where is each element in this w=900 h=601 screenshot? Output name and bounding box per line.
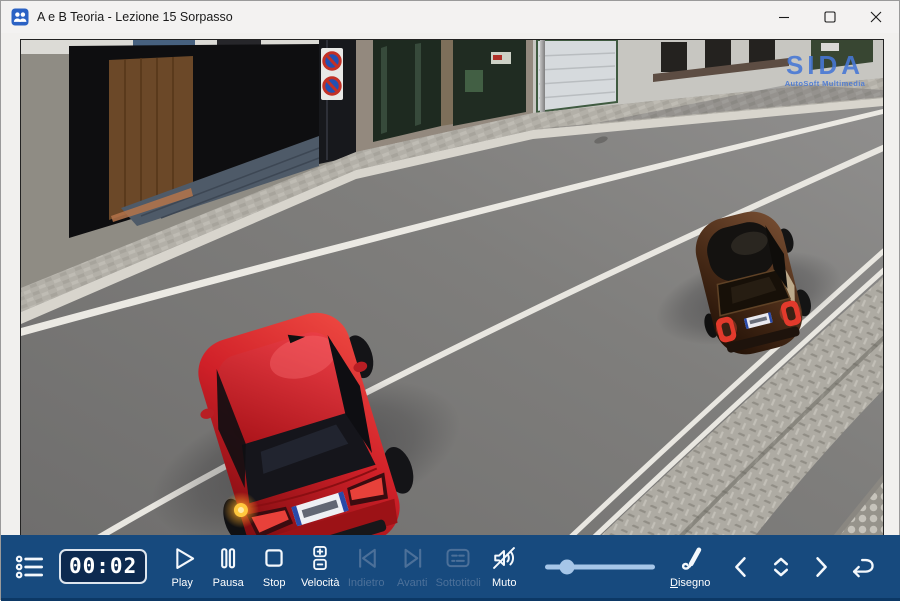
nav-expand-button[interactable]	[761, 535, 801, 598]
chevron-left-icon	[726, 552, 756, 582]
pen-icon	[676, 544, 704, 572]
skip-back-icon	[352, 544, 380, 572]
list-icon	[13, 551, 45, 583]
play-button[interactable]: Play	[159, 535, 205, 598]
subtitles-button[interactable]: Sottotitoli	[435, 535, 481, 598]
speed-icon	[306, 544, 334, 572]
back-button[interactable]: Indietro	[343, 535, 389, 598]
skip-forward-icon	[398, 544, 426, 572]
close-icon	[870, 11, 882, 23]
mute-label: Muto	[492, 577, 516, 589]
subtitles-label: Sottotitoli	[436, 577, 481, 589]
close-button[interactable]	[853, 1, 899, 33]
playlist-button[interactable]	[9, 535, 49, 598]
nav-previous-button[interactable]	[721, 535, 761, 598]
volume-slider[interactable]	[545, 557, 655, 577]
return-arrow-icon	[846, 552, 876, 582]
timer-value: 00:02	[69, 554, 137, 578]
minimize-button[interactable]	[761, 1, 807, 33]
video-viewport: SIDA AutoSoft Multimedia	[20, 39, 884, 536]
stop-label: Stop	[263, 577, 286, 589]
player-toolbar: 00:02 Play Pausa Stop	[1, 535, 900, 598]
play-label: Play	[172, 577, 193, 589]
nav-next-button[interactable]	[801, 535, 841, 598]
draw-label: Disegno	[670, 577, 710, 589]
draw-button[interactable]: Disegno	[667, 535, 713, 598]
chevron-up-down-icon	[766, 552, 796, 582]
volume-thumb[interactable]	[560, 559, 575, 574]
maximize-button[interactable]	[807, 1, 853, 33]
stop-icon	[260, 544, 288, 572]
app-people-icon	[11, 8, 29, 26]
pause-button[interactable]: Pausa	[205, 535, 251, 598]
speed-button[interactable]: Velocità	[297, 535, 343, 598]
app-window: A e B Teoria - Lezione 15 Sorpasso	[0, 0, 900, 600]
pause-icon	[214, 544, 242, 572]
play-icon	[168, 544, 196, 572]
driving-scene	[21, 40, 883, 535]
minimize-icon	[778, 11, 790, 23]
stop-button[interactable]: Stop	[251, 535, 297, 598]
forward-label: Avanti	[397, 577, 427, 589]
forward-button[interactable]: Avanti	[389, 535, 435, 598]
titlebar: A e B Teoria - Lezione 15 Sorpasso	[1, 1, 899, 33]
speed-label: Velocità	[301, 577, 340, 589]
mute-icon	[490, 544, 518, 572]
maximize-icon	[824, 11, 836, 23]
navigation-group	[721, 535, 881, 598]
back-label: Indietro	[348, 577, 385, 589]
mute-button[interactable]: Muto	[481, 535, 527, 598]
chevron-right-icon	[806, 552, 836, 582]
return-button[interactable]	[841, 535, 881, 598]
pause-label: Pausa	[213, 577, 244, 589]
subtitles-icon	[444, 544, 472, 572]
timer-display: 00:02	[59, 549, 147, 584]
window-title: A e B Teoria - Lezione 15 Sorpasso	[37, 10, 233, 24]
